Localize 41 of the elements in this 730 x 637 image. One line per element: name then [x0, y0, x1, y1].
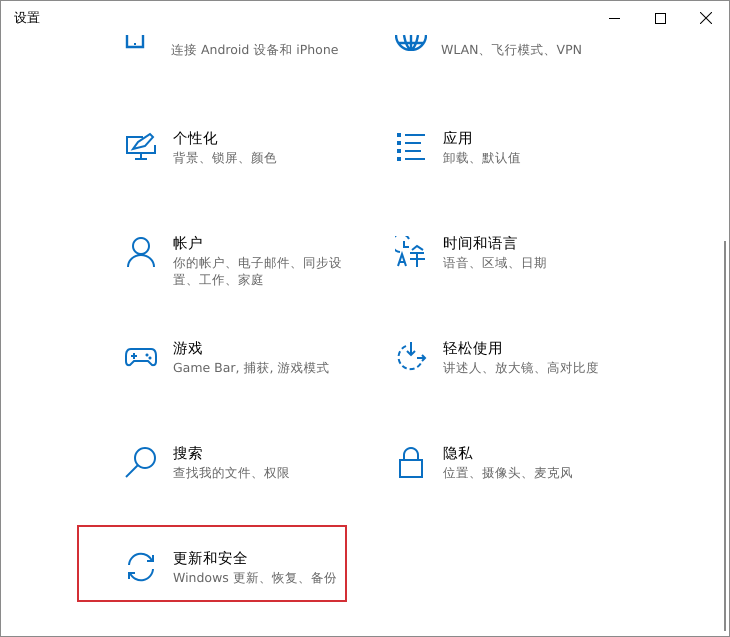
category-title: 应用 [443, 130, 474, 149]
category-title: 帐户 [173, 235, 204, 254]
settings-category[interactable]: 帐户 你的帐户、电子邮件、同步设置、工作、家庭 [77, 210, 347, 287]
person-icon [125, 236, 157, 268]
window-title: 设置 [14, 10, 40, 27]
category-description: 你的帐户、电子邮件、同步设置、工作、家庭 [173, 254, 343, 288]
category-description: Windows 更新、恢复、备份 [173, 569, 338, 586]
category-description: 背景、锁屏、颜色 [173, 149, 278, 166]
settings-category[interactable]: 轻松使用 讲述人、放大镜、高对比度 [347, 315, 617, 392]
ease-of-access-icon [395, 341, 427, 373]
clock-letter-icon [395, 236, 427, 268]
list-icon [395, 131, 427, 163]
search-icon [125, 446, 157, 478]
category-description: 位置、摄像头、麦克风 [443, 464, 574, 481]
category-description: WLAN、飞行模式、VPN [441, 41, 582, 58]
category-description: 讲述人、放大镜、高对比度 [443, 359, 600, 376]
maximize-icon [654, 12, 666, 24]
category-title: 搜索 [173, 445, 204, 464]
settings-category[interactable]: 隐私 位置、摄像头、麦克风 [347, 420, 617, 497]
settings-category[interactable]: 个性化 背景、锁屏、颜色 [77, 105, 347, 182]
category-title: 轻松使用 [443, 340, 504, 359]
category-description: 语音、区域、日期 [443, 254, 548, 271]
category-description: Game Bar, 捕获, 游戏模式 [173, 359, 330, 376]
settings-category[interactable]: 搜索 查找我的文件、权限 [77, 420, 347, 497]
settings-category[interactable]: 游戏 Game Bar, 捕获, 游戏模式 [77, 315, 347, 392]
category-title: 游戏 [173, 340, 204, 359]
category-description: 连接 Android 设备和 iPhone [171, 41, 338, 58]
globe-icon [395, 35, 427, 51]
scrollbar[interactable] [724, 241, 726, 631]
settings-category[interactable]: 应用 卸载、默认值 [347, 105, 617, 182]
sync-icon [125, 551, 157, 583]
category-description: 查找我的文件、权限 [173, 464, 291, 481]
category-title: 隐私 [443, 445, 474, 464]
monitor-brush-icon [125, 131, 157, 163]
category-title: 更新和安全 [173, 550, 249, 569]
settings-category[interactable]: 时间和语言 语音、区域、日期 [347, 210, 617, 287]
category-description: 卸载、默认值 [443, 149, 522, 166]
close-icon [700, 12, 712, 24]
category-title: 个性化 [173, 130, 219, 149]
settings-category[interactable]: 更新和安全 Windows 更新、恢复、备份 [77, 525, 347, 602]
category-title: 时间和语言 [443, 234, 519, 254]
